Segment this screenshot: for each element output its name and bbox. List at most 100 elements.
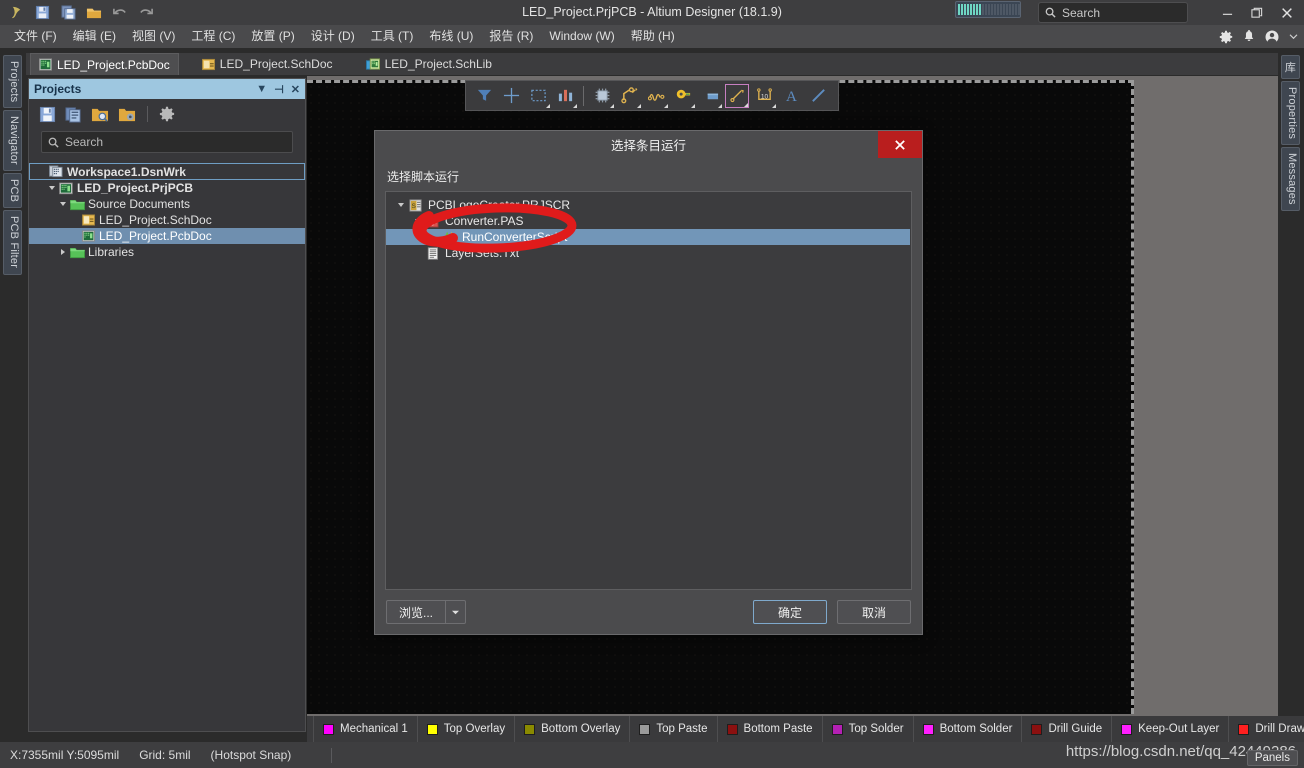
doc-tab-0[interactable]: LED_Project.PcbDoc [30,53,179,75]
layer-tab[interactable]: Bottom Overlay [515,716,631,742]
projects-search-input[interactable]: Search [41,131,293,153]
menu-item-0[interactable]: 文件 (F) [6,25,65,48]
filter-funnel-icon[interactable] [472,84,496,108]
doc-tab-1[interactable]: LED_Project.SchDoc [194,53,341,75]
title-bar: LED_Project.PrjPCB - Altium Designer (18… [0,0,1304,25]
place-line-dimension-icon[interactable] [725,83,749,108]
panels-button[interactable]: Panels [1246,750,1298,766]
search-folder-icon[interactable] [91,106,109,123]
altium-logo-icon[interactable] [4,2,28,24]
script-tree-row[interactable]: Converter.PAS [386,213,911,229]
copy-project-icon[interactable] [65,106,82,123]
projects-panel-toolbar [29,99,305,129]
cancel-button[interactable]: 取消 [837,600,911,624]
layer-tab[interactable]: Bottom Solder [914,716,1023,742]
menu-item-9[interactable]: Window (W) [541,25,622,48]
layer-tab[interactable]: Top Overlay [418,716,516,742]
layer-tab[interactable]: Drill Drawing [1229,716,1304,742]
layer-tab[interactable]: Mechanical 1 [313,716,418,742]
menu-item-7[interactable]: 布线 (U) [421,25,481,48]
left-rail-tab-pcb-filter[interactable]: PCB Filter [3,210,22,275]
close-panel-icon[interactable]: ✕ [291,83,300,96]
open-folder-icon[interactable] [82,2,106,24]
menu-item-1[interactable]: 编辑 (E) [65,25,124,48]
menu-item-8[interactable]: 报告 (R) [481,25,541,48]
expand-arrow-open-icon[interactable] [411,219,425,223]
dock-pin-icon[interactable]: ⊣ [274,83,284,96]
layer-tab-label: Bottom Paste [743,723,813,735]
projects-panel-header: Projects ▼ ⊣ ✕ [29,79,305,99]
menu-item-6[interactable]: 工具 (T) [363,25,422,48]
place-dimension-icon[interactable]: 10 [752,84,776,108]
script-tree-row[interactable]: RunConverterScript [386,229,910,245]
layer-tab[interactable]: Bottom Paste [718,716,823,742]
restore-button[interactable] [1242,0,1272,25]
project-tree-row[interactable]: Source Documents [29,196,305,212]
project-tree-row[interactable]: Libraries [29,244,305,260]
route-track-icon[interactable] [617,84,641,108]
close-button[interactable] [1272,0,1302,25]
left-rail-tab-pcb[interactable]: PCB [3,173,22,209]
save-icon[interactable] [30,2,54,24]
layer-tab[interactable]: Top Solder [823,716,914,742]
ok-button[interactable]: 确定 [753,600,827,624]
menu-item-10[interactable]: 帮助 (H) [623,25,683,48]
doc-tab-2[interactable]: LED_Project.SchLib [358,53,500,75]
select-area-icon[interactable] [526,84,550,108]
place-component-icon[interactable] [590,84,614,108]
project-tree-row-label: LED_Project.PcbDoc [99,229,212,243]
user-account-icon[interactable] [1265,30,1279,44]
menu-item-4[interactable]: 放置 (P) [243,25,302,48]
crosshair-place-icon[interactable] [499,84,523,108]
left-rail-tab-projects[interactable]: Projects [3,55,22,109]
place-via-pad-icon[interactable] [671,84,695,108]
browse-button[interactable]: 浏览... [386,600,447,624]
project-tree-row[interactable]: LED_Project.SchDoc [29,212,305,228]
level-bar [1003,4,1005,15]
menu-item-2[interactable]: 视图 (V) [124,25,183,48]
expand-arrow-open-icon[interactable] [57,202,69,206]
interactive-length-tuning-icon[interactable] [644,84,668,108]
script-tree[interactable]: S PCBLogoCreator.PRJSCR Converter.PAS RunCo… [385,191,912,590]
global-search-input[interactable]: Search [1038,2,1188,23]
expand-arrow-open-icon[interactable] [394,203,408,207]
project-tree-row[interactable]: LED_Project.PcbDoc [29,228,305,244]
browse-dropdown-arrow-icon[interactable] [446,600,467,624]
right-rail-tab-messages[interactable]: Messages [1281,147,1300,211]
undo-icon[interactable] [108,2,132,24]
script-tree-row[interactable]: S PCBLogoCreator.PRJSCR [386,197,911,213]
left-rail-tab-navigator[interactable]: Navigator [3,110,22,172]
pcb-document-icon [39,58,52,71]
project-tree-row[interactable]: LED_Project.PrjPCB [29,180,305,196]
chevron-down-icon[interactable] [1289,33,1298,40]
menu-item-3[interactable]: 工程 (C) [183,25,243,48]
schematic-document-icon [80,214,96,226]
layer-tab[interactable]: Drill Guide [1022,716,1113,742]
redo-icon[interactable] [134,2,158,24]
right-rail-tab--[interactable]: 库 [1281,55,1300,79]
place-polygon-fill-icon[interactable] [698,84,722,108]
project-settings-gear-icon[interactable] [159,106,175,122]
layer-color-swatch [426,723,438,735]
gear-icon[interactable] [1219,30,1233,44]
component-chart-icon[interactable] [553,84,577,108]
layer-tab[interactable]: Keep-Out Layer [1112,716,1230,742]
save-all-icon[interactable] [56,2,80,24]
save-project-icon[interactable] [39,106,56,123]
dialog-close-button[interactable] [878,131,922,158]
filter-icon[interactable]: ▼ [256,83,267,95]
menu-item-5[interactable]: 设计 (D) [303,25,363,48]
layer-tab[interactable]: Top Paste [630,716,718,742]
minimize-button[interactable] [1212,0,1242,25]
right-rail-tab-properties[interactable]: Properties [1281,81,1300,146]
folder-options-icon[interactable] [118,106,136,123]
place-string-icon[interactable]: A [779,84,803,108]
menu-bar: 文件 (F) 编辑 (E) 视图 (V) 工程 (C) 放置 (P) 设计 (D) 工具 (… [0,25,1304,48]
script-tree-row[interactable]: LayerSets.Txt [386,245,911,261]
project-tree-row[interactable]: Workspace1.DsnWrk [29,163,305,180]
expand-arrow-open-icon[interactable] [46,186,58,190]
layer-color-swatch [639,723,651,735]
expand-arrow-closed-icon[interactable] [57,249,69,255]
place-line-icon[interactable] [806,84,830,108]
bell-icon[interactable] [1243,29,1255,44]
